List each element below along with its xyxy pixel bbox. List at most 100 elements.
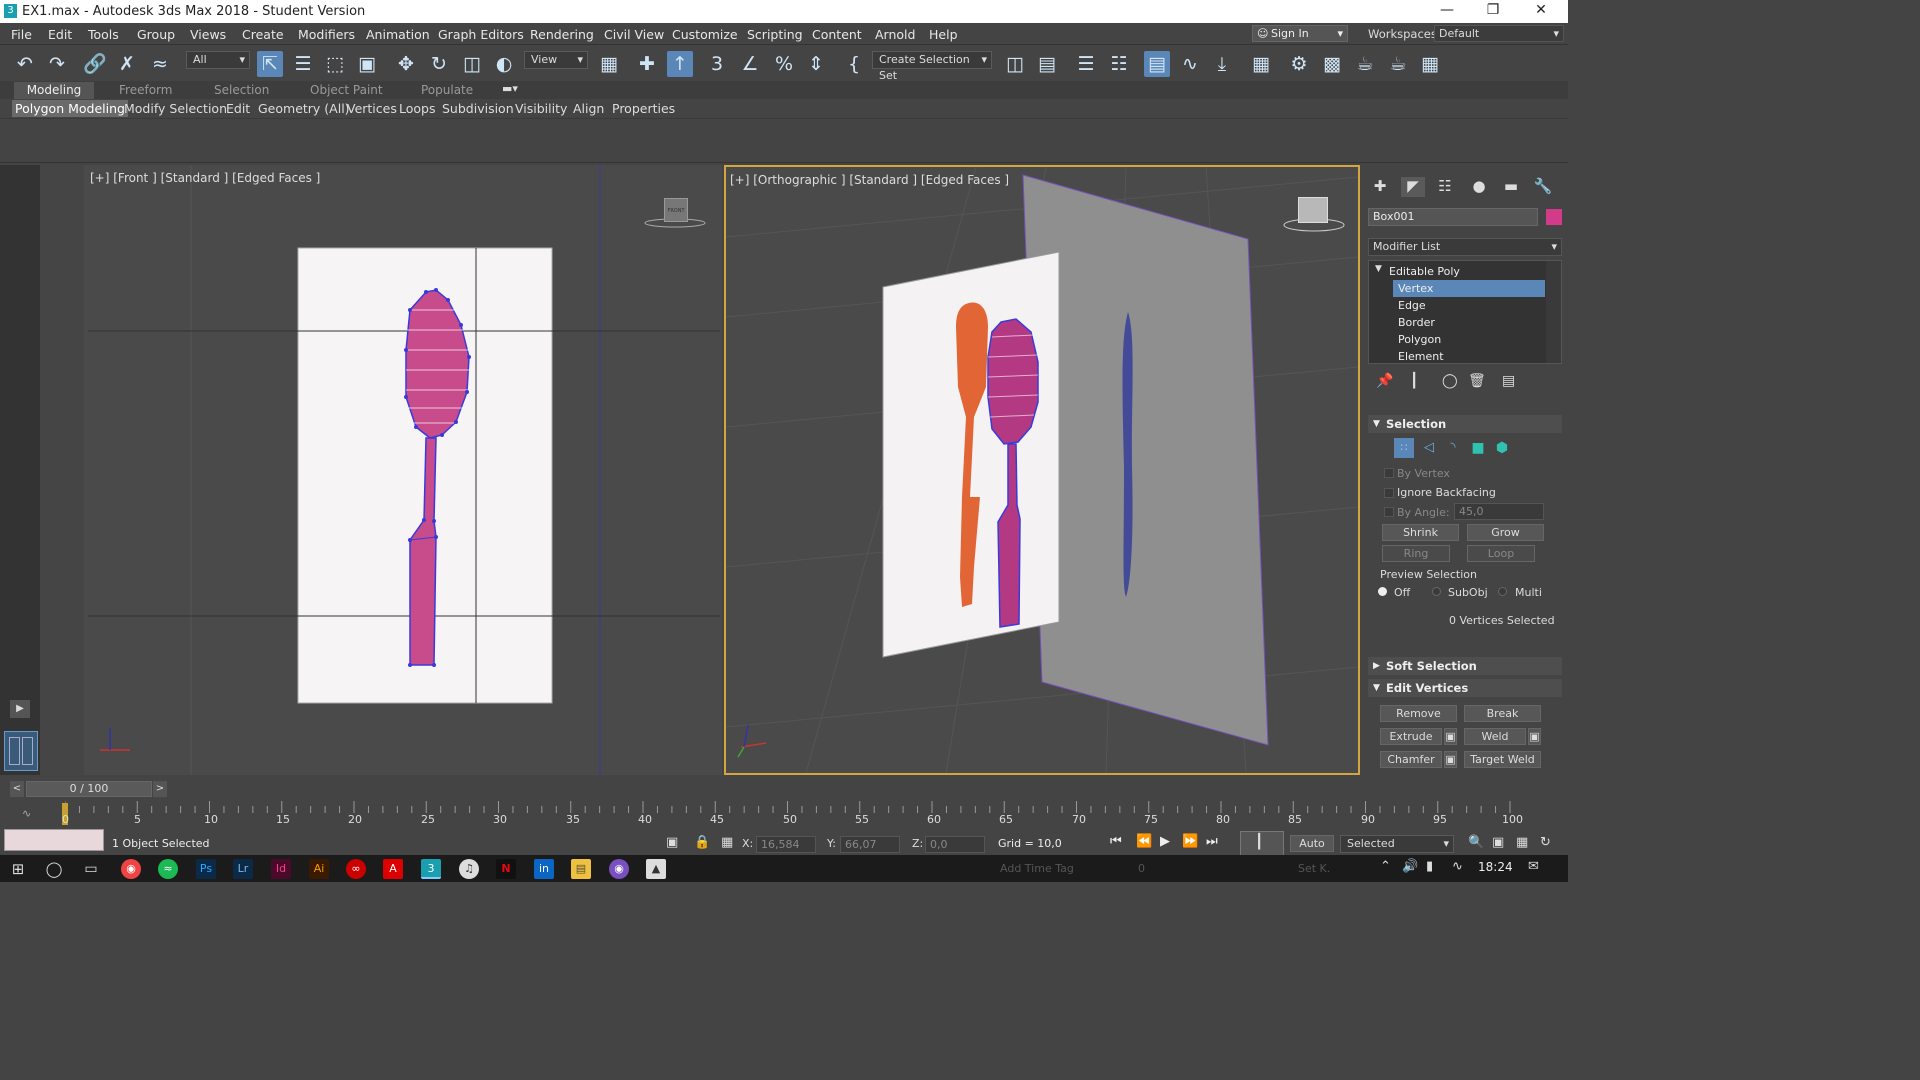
snaps-toggle-icon[interactable]: 3 [704,51,730,77]
select-object-icon[interactable]: ⇱ [257,51,283,77]
ribbon-properties[interactable]: Properties [609,100,678,117]
ribbon-visibility[interactable]: Visibility [512,100,570,117]
hierarchy-tab-icon[interactable]: ☷ [1433,177,1457,197]
viewcube-orthographic[interactable] [1298,197,1328,223]
netflix-icon[interactable]: N [496,859,516,879]
named-selection-sets-dropdown[interactable]: Create Selection Set ▾ [872,51,992,82]
lightroom-icon[interactable]: Lr [233,859,253,879]
modifier-list-dropdown[interactable]: Modifier List ▾ [1368,238,1562,256]
maxscript-listener[interactable] [4,829,104,851]
menu-group[interactable]: Group [137,27,175,42]
keyboard-shortcut-toggle-icon[interactable]: ↑ [667,51,693,77]
select-by-name-icon[interactable]: ☰ [290,51,316,77]
menu-graph-editors[interactable]: Graph Editors [438,27,524,42]
grow-button[interactable]: Grow [1467,524,1544,541]
edit-vertices-rollout-header[interactable]: ▼ Edit Vertices [1368,679,1562,697]
shrink-button[interactable]: Shrink [1382,524,1459,541]
scene-explorer-icon[interactable]: ☰ [1073,51,1099,77]
tab-populate[interactable]: Populate [409,82,485,99]
soft-selection-rollout-header[interactable]: ▶ Soft Selection [1368,657,1562,675]
y-coordinate-field[interactable]: 66,07 [840,836,900,853]
wifi-icon[interactable]: ∿ [1452,859,1463,874]
x-coordinate-field[interactable]: 16,584 [756,836,816,853]
ribbon-modify-selection[interactable]: Modify Selection [121,100,230,117]
pivot-center-icon[interactable]: ▦ [596,51,622,77]
menu-help[interactable]: Help [929,27,958,42]
toggle-ribbon-icon[interactable]: ▤ [1144,51,1170,77]
vertex-mode-icon[interactable]: ∷ [1394,438,1414,458]
close-button[interactable]: ✕ [1526,2,1556,20]
reference-coordinate-dropdown[interactable]: View ▾ [524,51,588,69]
chrome-icon[interactable]: ◉ [121,859,141,879]
ribbon-loops[interactable]: Loops [396,100,439,117]
chamfer-button[interactable]: Chamfer [1380,751,1442,768]
file-explorer-icon[interactable]: ▤ [571,859,591,879]
link-icon[interactable]: 🔗 [82,51,108,77]
border-mode-icon[interactable]: ◝ [1443,438,1463,458]
orthographic-viewport[interactable]: [+] [Orthographic ] [Standard ] [Edged F… [724,165,1360,775]
window-crossing-icon[interactable]: ▣ [354,51,380,77]
remove-button[interactable]: Remove [1380,705,1457,722]
spotify-icon[interactable]: ≈ [158,859,178,879]
itunes-icon[interactable]: ♫ [459,859,479,879]
windows-start-icon[interactable]: ⊞ [8,859,28,879]
spinner-snap-icon[interactable]: ⇕ [803,51,829,77]
menu-create[interactable]: Create [242,27,284,42]
rotate-icon[interactable]: ↻ [426,51,452,77]
show-end-result-icon[interactable]: ┃ [1410,373,1418,389]
absolute-mode-icon[interactable]: ▦ [721,835,733,850]
battery-icon[interactable]: ▮ [1426,859,1433,874]
front-viewport[interactable]: [+] [Front ] [Standard ] [Edged Faces ] … [40,165,722,775]
layout-two-viewports-icon[interactable] [4,731,38,771]
collapse-icon[interactable]: ▼ [1375,264,1382,274]
next-key-icon[interactable]: ⏩ [1182,834,1198,849]
add-time-tag-label[interactable]: Add Time Tag [1000,862,1074,875]
configure-modifier-sets-icon[interactable]: ▤ [1502,373,1515,389]
notifications-icon[interactable]: ✉ [1528,859,1539,874]
element-mode-icon[interactable]: ⬢ [1492,438,1512,458]
menu-civil-view[interactable]: Civil View [604,27,664,42]
ribbon-subdivision[interactable]: Subdivision [439,100,517,117]
illustrator-icon[interactable]: Ai [309,859,329,879]
extrude-settings-icon[interactable]: ▣ [1444,728,1457,745]
rectangular-selection-icon[interactable]: ⬚ [322,51,348,77]
media-player-icon[interactable]: ◉ [609,859,629,879]
loop-button[interactable]: Loop [1467,545,1535,562]
polygon-mode-icon[interactable]: ■ [1468,438,1488,458]
set-key-label[interactable]: Set K. [1298,862,1330,875]
stack-item-border[interactable]: Border [1393,314,1569,331]
weld-button[interactable]: Weld [1464,728,1526,745]
stack-item-vertex[interactable]: Vertex [1393,280,1545,297]
workspaces-dropdown[interactable]: Default ▾ [1434,25,1564,42]
menu-rendering[interactable]: Rendering [530,27,594,42]
lock-icon[interactable]: 🔒 [694,835,710,850]
set-key-button[interactable]: ┃ [1240,831,1284,857]
render-in-cloud-icon[interactable]: ▦ [1417,51,1443,77]
front-viewport-label[interactable]: [+] [Front ] [Standard ] [Edged Faces ] [90,171,320,185]
previous-key-icon[interactable]: ⏪ [1136,834,1152,849]
edge-mode-icon[interactable]: ◁ [1419,438,1439,458]
schematic-view-icon[interactable]: ⤓ [1209,51,1235,77]
by-angle-spinner[interactable]: 45,0 [1454,503,1544,520]
zoom-all-icon[interactable]: ▣ [1492,835,1504,850]
orbit-icon[interactable]: ↻ [1540,835,1551,850]
ribbon-options-icon[interactable]: ▬▾ [502,82,518,95]
menu-scripting[interactable]: Scripting [747,27,803,42]
edit-named-selection-icon[interactable]: { [841,51,867,77]
volume-icon[interactable]: 🔊 [1402,859,1418,874]
go-to-start-icon[interactable]: ⏮ [1110,834,1122,849]
3dsmax-taskbar-icon[interactable]: 3 [421,859,441,879]
percent-snap-icon[interactable]: % [771,51,797,77]
tab-object-paint[interactable]: Object Paint [298,82,395,99]
by-vertex-checkbox[interactable] [1384,468,1394,478]
menu-file[interactable]: File [11,27,32,42]
render-setup-icon[interactable]: ⚙ [1286,51,1312,77]
ribbon-align[interactable]: Align [570,100,607,117]
redo-icon[interactable]: ↷ [44,51,70,77]
isolate-selection-icon[interactable]: ▣ [666,835,678,850]
tab-freeform[interactable]: Freeform [107,82,184,99]
play-icon[interactable]: ▶ [1160,834,1170,849]
chamfer-settings-icon[interactable]: ▣ [1444,751,1457,768]
go-to-end-icon[interactable]: ⏭ [1206,834,1218,849]
create-tab-icon[interactable]: ✚ [1368,177,1392,197]
